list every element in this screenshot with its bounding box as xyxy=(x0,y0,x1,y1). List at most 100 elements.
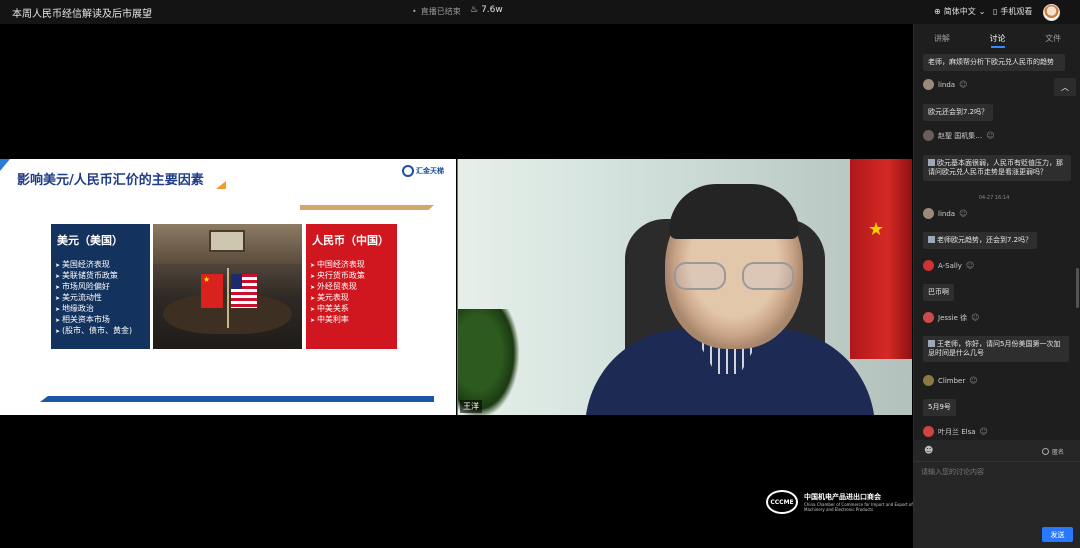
tab-files[interactable]: 文件 xyxy=(1025,24,1080,50)
sponsor-name-en: China Chamber of Commerce for Import and… xyxy=(804,502,913,512)
heading-accent xyxy=(216,181,226,189)
speaker-name: 王洋 xyxy=(460,400,482,413)
us-factors-box: 美元（美国） 美国经济表现 美联储货币政策 市场风险偏好 美元流动性 地缘政治 … xyxy=(51,224,150,349)
mobile-watch-button[interactable]: ▯ 手机观看 xyxy=(993,6,1032,17)
chevron-down-icon: ⌄ xyxy=(978,7,986,16)
mobile-watch-label: 手机观看 xyxy=(1000,7,1033,16)
chat-message: 巴币啊 xyxy=(923,284,954,301)
list-item: 美国经济表现 xyxy=(55,260,146,271)
chat-user: 叶月兰 Elsa ☺ xyxy=(923,426,988,437)
cn-box-title: 人民币（中国） xyxy=(312,234,389,247)
message-composer: ☻ 匿名 发送 xyxy=(914,440,1080,548)
tab-explain[interactable]: 讲解 xyxy=(914,24,970,50)
meeting-photo xyxy=(153,224,302,349)
chat-message: 王老师，你好，请问5月份美国第一次加息时间是什么几号 xyxy=(923,336,1069,362)
anonymous-toggle[interactable]: 匿名 xyxy=(1042,447,1064,456)
user-avatar[interactable] xyxy=(1043,4,1060,21)
view-count-value: 7.6w xyxy=(481,5,503,15)
chat-user: A-Sally ☺ xyxy=(923,260,974,271)
globe-icon: ⊕ xyxy=(934,7,941,16)
list-item: 中美关系 xyxy=(310,304,393,315)
chat-user: Jessie 徐 ☺ xyxy=(923,312,980,323)
discussion-input[interactable] xyxy=(921,467,1071,517)
top-bar: 本周人民币经信解读及后市展望 • 直播已结束 ♨ 7.6w ⊕ 简体中文 ⌄ ▯… xyxy=(0,0,1080,24)
phone-icon: ▯ xyxy=(993,7,998,16)
avatar xyxy=(923,375,934,386)
emoji-icon: ☺ xyxy=(979,427,988,436)
chevron-up-icon: ︿ xyxy=(1061,82,1069,92)
chat-message: 老师，麻烦帮分析下欧元兑人民币的趋势 xyxy=(923,54,1065,71)
discussion-list[interactable]: 老师，麻烦帮分析下欧元兑人民币的趋势 linda ☺ 欧元还会到7.2吗？ 赵聖… xyxy=(914,52,1080,440)
logo-mark-icon xyxy=(402,165,414,177)
live-status: • 直播已结束 xyxy=(412,6,461,17)
dot-icon: • xyxy=(412,7,417,16)
flag-icon xyxy=(850,159,912,359)
avatar xyxy=(923,260,934,271)
chat-message: 欧元基本面很弱，人民币有贬值压力，那请问欧元兑人民币走势是看涨更弱吗？ xyxy=(923,155,1071,181)
sponsor-name: 中国机电产品进出口商会 xyxy=(804,493,881,501)
composer-toolbar: ☻ 匿名 xyxy=(914,440,1080,462)
emoji-icon: ☺ xyxy=(965,261,975,270)
presentation-slide: 影响美元/人民币汇价的主要因素 汇金天梯 美元（美国） 美国经济表现 美联储货币… xyxy=(0,159,456,415)
anonymous-label: 匿名 xyxy=(1052,449,1065,456)
list-item: 地缘政治 xyxy=(55,304,146,315)
scroll-up-button[interactable]: ︿ xyxy=(1054,78,1076,96)
live-status-label: 直播已结束 xyxy=(420,7,461,16)
sponsor-mark-icon: CCCME xyxy=(766,490,798,514)
slide-heading: 影响美元/人民币汇价的主要因素 xyxy=(17,173,204,188)
emoji-icon: ☺ xyxy=(986,131,995,140)
list-item: 美联储货币政策 xyxy=(55,271,146,282)
list-item: 中国经济表现 xyxy=(310,260,393,271)
emoji-icon: ☺ xyxy=(969,376,978,385)
chat-message: 5月9号 xyxy=(923,399,956,416)
list-item: (股市、债市、黄金) xyxy=(55,326,146,337)
list-item: 美元表现 xyxy=(310,293,393,304)
chat-message: 老师欧元趋势，还会到7.2吗？ xyxy=(923,232,1038,249)
slide-bottom-bar xyxy=(40,396,434,402)
panel-tabs: 讲解 讨论 文件 xyxy=(914,24,1080,50)
language-selector[interactable]: ⊕ 简体中文 ⌄ xyxy=(934,6,985,17)
list-item: 中美利率 xyxy=(310,315,393,326)
list-item: 外经贸表现 xyxy=(310,282,393,293)
tab-discussion[interactable]: 讨论 xyxy=(970,24,1026,50)
send-button[interactable]: 发送 xyxy=(1042,527,1073,542)
language-label: 简体中文 xyxy=(943,7,976,16)
cn-factors-box: 人民币（中国） 中国经济表现 央行货币政策 外经贸表现 美元表现 中美关系 中美… xyxy=(306,224,397,349)
scrollbar[interactable] xyxy=(1076,268,1079,308)
chat-user: linda ☺ xyxy=(923,79,967,90)
emoji-picker-icon[interactable]: ☻ xyxy=(924,446,933,456)
list-item: 央行货币政策 xyxy=(310,271,393,282)
view-count: ♨ 7.6w xyxy=(470,5,503,15)
list-item: 相关资本市场 xyxy=(55,315,146,326)
fire-icon: ♨ xyxy=(470,5,479,15)
china-flag-icon xyxy=(201,274,223,308)
us-box-title: 美元（美国） xyxy=(57,234,123,247)
slide-logo-text: 汇金天梯 xyxy=(416,167,444,175)
slide-logo: 汇金天梯 xyxy=(402,165,444,177)
chat-user: 赵聖 国机集… ☺ xyxy=(923,130,995,141)
list-item: 美元流动性 xyxy=(55,293,146,304)
sponsor-logo: CCCME 中国机电产品进出口商会 China Chamber of Comme… xyxy=(766,490,924,514)
us-flag-icon xyxy=(231,274,257,308)
list-item: 市场风险偏好 xyxy=(55,282,146,293)
emoji-icon: ☺ xyxy=(959,80,968,89)
speaker-video[interactable]: 王洋 xyxy=(457,159,912,415)
chat-user: linda ☺ xyxy=(923,208,967,219)
avatar xyxy=(923,130,934,141)
radio-icon xyxy=(1042,448,1049,455)
slide-top-bar xyxy=(300,205,434,210)
page-title: 本周人民币经信解读及后市展望 xyxy=(12,9,152,20)
emoji-icon: ☺ xyxy=(959,209,968,218)
timestamp: 04-27 16:14 xyxy=(978,195,1010,201)
chat-message: 欧元还会到7.2吗？ xyxy=(923,104,994,121)
avatar xyxy=(923,208,934,219)
cn-factors-list: 中国经济表现 央行货币政策 外经贸表现 美元表现 中美关系 中美利率 xyxy=(310,260,393,326)
avatar xyxy=(923,79,934,90)
avatar xyxy=(923,426,934,437)
us-factors-list: 美国经济表现 美联储货币政策 市场风险偏好 美元流动性 地缘政治 相关资本市场 … xyxy=(55,260,146,337)
avatar xyxy=(923,312,934,323)
side-panel: 讲解 讨论 文件 老师，麻烦帮分析下欧元兑人民币的趋势 linda ☺ 欧元还会… xyxy=(913,24,1080,548)
emoji-icon: ☺ xyxy=(971,313,980,322)
chat-user: Climber ☺ xyxy=(923,375,978,386)
slide-corner-decoration xyxy=(0,159,10,171)
